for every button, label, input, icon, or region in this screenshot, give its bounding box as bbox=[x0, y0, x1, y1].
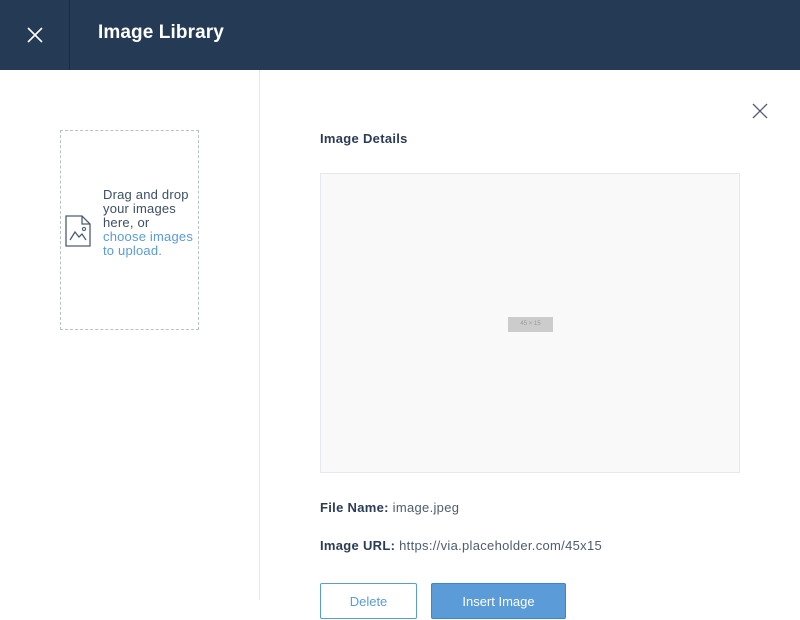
app-header: Image Library bbox=[0, 0, 800, 70]
upload-dropzone[interactable]: Drag and drop your images here, or choos… bbox=[60, 130, 199, 330]
image-details-panel: Image Details 45 × 15 File Name: image.j… bbox=[260, 70, 800, 619]
dropzone-instructions: Drag and drop your images here, or bbox=[103, 187, 189, 230]
insert-image-button[interactable]: Insert Image bbox=[431, 583, 566, 619]
section-title: Image Details bbox=[320, 131, 408, 146]
file-name-row: File Name: image.jpeg bbox=[320, 500, 459, 515]
placeholder-image: 45 × 15 bbox=[508, 317, 553, 332]
header-close-button[interactable] bbox=[0, 0, 70, 70]
page-title: Image Library bbox=[98, 22, 224, 43]
image-file-icon bbox=[65, 215, 91, 247]
close-icon bbox=[752, 103, 768, 119]
file-name-value: image.jpeg bbox=[392, 500, 460, 515]
file-name-label: File Name: bbox=[320, 500, 389, 515]
upload-sidebar: Drag and drop your images here, or choos… bbox=[0, 70, 260, 600]
dropzone-text: Drag and drop your images here, or choos… bbox=[103, 188, 195, 258]
image-url-label: Image URL: bbox=[320, 538, 396, 553]
choose-images-link[interactable]: choose images to upload. bbox=[103, 229, 193, 258]
details-close-button[interactable] bbox=[750, 101, 770, 121]
delete-button[interactable]: Delete bbox=[320, 583, 417, 619]
image-url-value: https://via.placeholder.com/45x15 bbox=[399, 538, 603, 553]
close-icon bbox=[26, 27, 43, 43]
image-url-row: Image URL: https://via.placeholder.com/4… bbox=[320, 538, 602, 553]
image-preview: 45 × 15 bbox=[320, 173, 740, 473]
